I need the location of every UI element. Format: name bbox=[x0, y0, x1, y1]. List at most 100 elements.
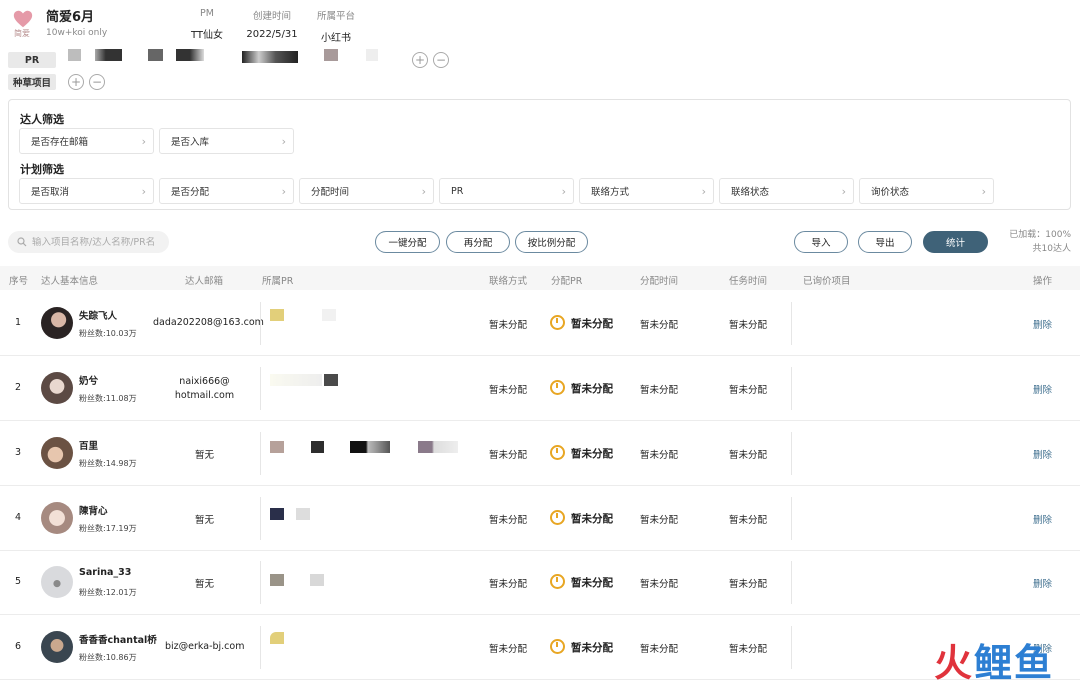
filter-assign-time[interactable]: 分配时间 › bbox=[299, 178, 434, 204]
remove-project-button[interactable]: − bbox=[89, 74, 105, 90]
filter-in-library-label: 是否入库 bbox=[171, 137, 210, 148]
remove-pr-button[interactable]: − bbox=[433, 52, 449, 68]
col-inquired: 已询价项目 bbox=[803, 276, 851, 287]
column-divider bbox=[260, 432, 261, 475]
task-time: 暂未分配 bbox=[729, 515, 768, 526]
assign-pr: 暂未分配 bbox=[571, 448, 613, 460]
kol-fans: 粉丝数:11.08万 bbox=[79, 394, 137, 403]
clock-icon bbox=[550, 639, 565, 654]
contact-method: 暂未分配 bbox=[489, 515, 528, 526]
delete-link[interactable]: 删除 bbox=[1033, 447, 1052, 461]
chevron-right-icon: › bbox=[421, 184, 426, 198]
assign-pr: 暂未分配 bbox=[571, 513, 613, 525]
table-row: 2 奶兮 粉丝数:11.08万 naixi666@ hotmail.com 暂未… bbox=[0, 356, 1080, 421]
add-project-button[interactable]: + bbox=[68, 74, 84, 90]
filter-contact-status[interactable]: 联络状态 › bbox=[719, 178, 854, 204]
contact-method: 暂未分配 bbox=[489, 320, 528, 331]
pr-avatar-blur bbox=[310, 574, 324, 586]
column-divider bbox=[260, 367, 261, 410]
kol-fans: 粉丝数:17.19万 bbox=[79, 524, 137, 533]
search-input[interactable] bbox=[32, 236, 162, 248]
column-divider bbox=[791, 302, 792, 345]
meta-created: 创建时间 2022/5/31 bbox=[245, 8, 299, 40]
column-divider bbox=[791, 367, 792, 410]
pr-avatar-blur bbox=[296, 508, 310, 520]
column-divider bbox=[791, 432, 792, 475]
filter-in-library[interactable]: 是否入库 › bbox=[159, 128, 294, 154]
pr-avatar-blur bbox=[148, 49, 163, 61]
filter-assigned[interactable]: 是否分配 › bbox=[159, 178, 294, 204]
kol-email: dada202208@163.com bbox=[153, 317, 264, 328]
row-index: 3 bbox=[15, 447, 22, 458]
clock-icon bbox=[550, 445, 565, 460]
kol-fans: 粉丝数:12.01万 bbox=[79, 588, 137, 597]
avatar bbox=[41, 437, 73, 469]
avatar bbox=[41, 566, 73, 598]
table-row: 1 失踪飞人 粉丝数:10.03万 dada202208@163.com 暂未分… bbox=[0, 291, 1080, 356]
filter-has-email[interactable]: 是否存在邮箱 › bbox=[19, 128, 154, 154]
row-index: 1 bbox=[15, 317, 22, 328]
filter-label: 联络状态 bbox=[731, 187, 770, 198]
delete-link[interactable]: 删除 bbox=[1033, 512, 1052, 526]
col-index: 序号 bbox=[9, 276, 29, 287]
watermark-char-1: 火 bbox=[933, 641, 974, 685]
delete-link[interactable]: 删除 bbox=[1033, 576, 1052, 590]
pr-avatar-blur bbox=[418, 441, 458, 453]
filter-inquiry-status[interactable]: 询价状态 › bbox=[859, 178, 994, 204]
kol-email: 暂无 bbox=[194, 515, 214, 526]
delete-link[interactable]: 删除 bbox=[1033, 382, 1052, 396]
kol-email: biz@erka-bj.com bbox=[165, 641, 245, 652]
ratio-assign-button[interactable]: 按比例分配 bbox=[515, 231, 588, 253]
table-row: 4 陳背心 粉丝数:17.19万 暂无 暂未分配 暂未分配 暂未分配 暂未分配 … bbox=[0, 486, 1080, 551]
pr-avatar-blur bbox=[270, 374, 322, 386]
pr-avatar-blur bbox=[350, 441, 390, 453]
total-count: 共10达人 bbox=[1032, 244, 1071, 254]
filter-pr[interactable]: PR › bbox=[439, 178, 574, 204]
kol-name: Sarina_33 bbox=[79, 567, 132, 578]
chevron-right-icon: › bbox=[841, 184, 846, 198]
seed-project-tag: 种草项目 bbox=[8, 74, 56, 90]
col-task-time: 任务时间 bbox=[729, 276, 768, 287]
stats-button[interactable]: 统计 bbox=[923, 231, 988, 253]
kol-name: 奶兮 bbox=[79, 376, 99, 387]
delete-link[interactable]: 删除 bbox=[1033, 317, 1052, 331]
filter-label: 是否取消 bbox=[31, 187, 70, 198]
pr-avatar-blur bbox=[270, 508, 284, 520]
meta-pm-label: PM bbox=[200, 8, 214, 19]
task-time: 暂未分配 bbox=[729, 385, 768, 396]
kol-name: 陳背心 bbox=[79, 506, 108, 517]
export-button[interactable]: 导出 bbox=[858, 231, 912, 253]
assign-time: 暂未分配 bbox=[640, 385, 679, 396]
clock-icon bbox=[550, 574, 565, 589]
contact-method: 暂未分配 bbox=[489, 385, 528, 396]
pr-avatar-blur bbox=[95, 49, 122, 61]
col-assign-time: 分配时间 bbox=[640, 276, 679, 287]
pr-tag: PR bbox=[8, 52, 56, 68]
pr-avatar-blur bbox=[242, 51, 298, 63]
meta-pm-value: TT仙女 bbox=[190, 30, 224, 41]
add-pr-button[interactable]: + bbox=[412, 52, 428, 68]
col-pr: 所属PR bbox=[262, 276, 294, 287]
contact-method: 暂未分配 bbox=[489, 644, 528, 655]
pr-avatar-blur bbox=[324, 49, 338, 61]
watermark: 火鲤鱼 bbox=[934, 632, 1054, 687]
task-time: 暂未分配 bbox=[729, 320, 768, 331]
loaded-percent: 已加载：100% bbox=[1009, 230, 1071, 240]
logo-text: 简爱 bbox=[14, 29, 30, 38]
chevron-right-icon: › bbox=[281, 184, 286, 198]
filter-contact-method[interactable]: 联络方式 › bbox=[579, 178, 714, 204]
kol-email: 暂无 bbox=[194, 579, 214, 590]
search-box[interactable] bbox=[8, 231, 169, 253]
filter-label: 是否分配 bbox=[171, 187, 210, 198]
import-button[interactable]: 导入 bbox=[794, 231, 848, 253]
filter-cancelled[interactable]: 是否取消 › bbox=[19, 178, 154, 204]
reassign-button[interactable]: 再分配 bbox=[446, 231, 510, 253]
task-time: 暂未分配 bbox=[729, 579, 768, 590]
column-divider bbox=[791, 626, 792, 669]
one-click-assign-button[interactable]: 一键分配 bbox=[375, 231, 440, 253]
kol-name: 百里 bbox=[79, 441, 99, 452]
filter-label: 分配时间 bbox=[311, 187, 350, 198]
heart-logo-icon bbox=[13, 10, 33, 28]
kol-name: 香香香chantal桥 bbox=[79, 635, 157, 646]
assign-pr: 暂未分配 bbox=[571, 383, 613, 395]
